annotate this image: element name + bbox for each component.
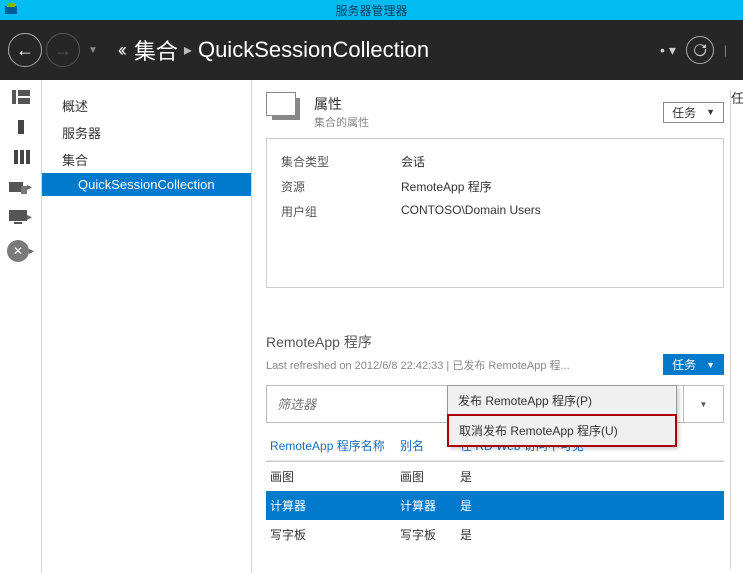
tree-item-collections[interactable]: 集合 xyxy=(42,146,251,173)
chevron-right-icon: ▸ xyxy=(27,212,32,223)
table-row[interactable]: 计算器 计算器 是 xyxy=(266,491,724,520)
remoteapp-tasks-button[interactable]: 任务 ▼ xyxy=(663,354,724,375)
menu-item-unpublish[interactable]: 取消发布 RemoteApp 程序(U) xyxy=(447,414,677,447)
property-row: 用户组CONTOSO\Domain Users xyxy=(281,199,709,224)
nav-back-button[interactable]: ← xyxy=(8,33,42,67)
properties-tile: 属性 集合的属性 任务 ▼ 集合类型会话 资源RemoteApp 程序 用户组C… xyxy=(266,90,724,308)
refresh-icon xyxy=(693,43,707,57)
nav-forward-button[interactable]: → xyxy=(46,33,80,67)
header-menu-icon[interactable]: • ▾ xyxy=(660,42,676,59)
menu-item-publish[interactable]: 发布 RemoteApp 程序(P) xyxy=(448,386,676,415)
breadcrumb-current[interactable]: QuickSessionCollection xyxy=(198,37,429,63)
caret-down-icon: ▼ xyxy=(706,360,715,370)
properties-title: 属性 xyxy=(314,94,369,114)
header-bar: ← → ▼ ‹‹ 集合 ▸ QuickSessionCollection • ▾… xyxy=(0,20,743,80)
breadcrumb-back-marker: ‹‹ xyxy=(118,40,124,61)
file-services-icon[interactable] xyxy=(9,180,27,194)
expand-icon: ▼ xyxy=(700,400,708,409)
chevron-right-icon: ▸ xyxy=(29,246,34,257)
right-panel-label: 任 xyxy=(731,80,743,107)
tree-item-servers[interactable]: 服务器 xyxy=(42,119,251,146)
header-divider: | xyxy=(724,43,727,57)
nav-tree: 概述 服务器 集合 QuickSessionCollection xyxy=(42,80,252,573)
right-panel-sliver: 任 xyxy=(731,80,743,573)
app-icon xyxy=(4,2,18,16)
arrow-left-icon: ← xyxy=(16,40,34,61)
chevron-right-icon: ▸ xyxy=(27,182,32,193)
remoteapp-table: RemoteApp 程序名称 别名 在 RD Web 访问中可见 画图 画图 是… xyxy=(266,431,724,549)
table-row[interactable]: 写字板 写字板 是 xyxy=(266,520,724,549)
properties-box: 集合类型会话 资源RemoteApp 程序 用户组CONTOSO\Domain … xyxy=(266,138,724,288)
remoteapp-status: Last refreshed on 2012/6/8 22:42:33 | 已发… xyxy=(266,357,570,373)
filter-expand-button[interactable]: ▼ xyxy=(683,386,723,422)
content-area: 属性 集合的属性 任务 ▼ 集合类型会话 资源RemoteApp 程序 用户组C… xyxy=(252,80,731,573)
breadcrumb-parent[interactable]: 集合 xyxy=(134,34,178,66)
remoteapp-tasks-menu: 发布 RemoteApp 程序(P) 取消发布 RemoteApp 程序(U) xyxy=(447,385,677,447)
col-name[interactable]: RemoteApp 程序名称 xyxy=(270,437,400,454)
table-row[interactable]: 画图 画图 是 xyxy=(266,462,724,491)
remoteapp-title: RemoteApp 程序 xyxy=(266,332,724,352)
dashboard-icon[interactable] xyxy=(12,90,30,104)
title-bar: 服务器管理器 xyxy=(0,0,743,20)
properties-subtitle: 集合的属性 xyxy=(314,114,369,130)
property-row: 集合类型会话 xyxy=(281,149,709,174)
refresh-button[interactable] xyxy=(686,36,714,64)
breadcrumb: ‹‹ 集合 ▸ QuickSessionCollection xyxy=(118,34,660,66)
tasks-label: 任务 xyxy=(672,356,696,373)
window-title: 服务器管理器 xyxy=(335,2,407,19)
tree-item-overview[interactable]: 概述 xyxy=(42,92,251,119)
properties-tasks-button[interactable]: 任务 ▼ xyxy=(663,102,724,123)
icon-rail: ▸ ▸ ✕▸ xyxy=(0,80,42,573)
arrow-right-icon: → xyxy=(54,40,72,61)
properties-tile-icon xyxy=(272,98,300,120)
close-group-icon[interactable]: ✕ xyxy=(7,240,29,262)
all-servers-icon[interactable] xyxy=(12,150,30,164)
chevron-right-icon: ▸ xyxy=(184,40,192,60)
remote-desktop-icon[interactable] xyxy=(9,210,27,224)
remoteapp-tile: RemoteApp 程序 Last refreshed on 2012/6/8 … xyxy=(266,308,724,569)
caret-down-icon: ▼ xyxy=(706,107,715,117)
tree-item-quicksessioncollection[interactable]: QuickSessionCollection xyxy=(42,173,251,196)
local-server-icon[interactable] xyxy=(12,120,30,134)
tasks-label: 任务 xyxy=(672,104,696,121)
nav-dropdown-icon[interactable]: ▼ xyxy=(88,45,98,56)
property-row: 资源RemoteApp 程序 xyxy=(281,174,709,199)
